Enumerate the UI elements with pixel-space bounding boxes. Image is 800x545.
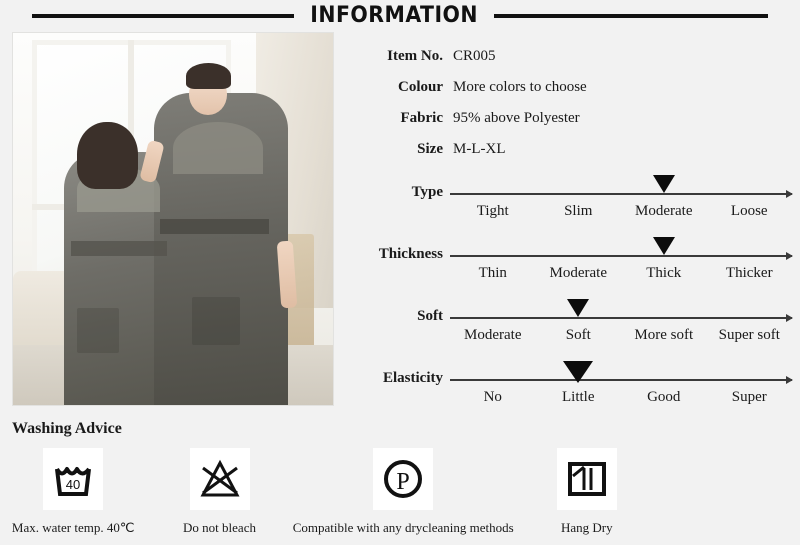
photo-woman-pocket	[77, 308, 119, 353]
scale-arrow-line	[450, 252, 793, 260]
scale-arrow-line	[450, 314, 793, 322]
photo-woman-belt	[70, 241, 167, 257]
scale-track: Thin Moderate Thick Thicker	[450, 234, 793, 296]
information-header: INFORMATION	[0, 0, 800, 32]
scale-option: Moderate	[635, 203, 693, 219]
scale-option: Soft	[565, 327, 591, 343]
scale-option: Good	[647, 389, 681, 405]
wash-tub-40-icon: 40	[43, 448, 104, 510]
page-title: INFORMATION	[310, 3, 478, 28]
scale-option: Super	[731, 389, 767, 405]
washing-advice-caption: Max. water temp. 40℃	[11, 520, 135, 535]
washing-advice-item: Hang Dry	[514, 448, 660, 536]
scale-track: Moderate Soft More soft Super soft	[450, 296, 793, 358]
scale-option: Tight	[476, 203, 509, 219]
scale-option: Loose	[730, 203, 768, 219]
scale-arrow-line	[450, 376, 793, 384]
photo-man-collar	[173, 122, 263, 175]
washing-advice-title: Washing Advice	[12, 420, 122, 437]
photo-man-belt	[160, 219, 269, 234]
spec-label: Item No.	[387, 48, 443, 64]
scale-marker	[652, 237, 675, 255]
scale-option: Super soft	[718, 327, 780, 343]
scale-option: Slim	[564, 203, 593, 219]
scale-options: Thin Moderate Thick Thicker	[450, 265, 792, 282]
scale-label: Type	[411, 184, 443, 200]
scale-options: No Little Good Super	[450, 389, 792, 406]
washing-advice-item: Do not bleach	[146, 448, 292, 536]
washing-advice-list: 40 Max. water temp. 40℃ Do not bleach P Comp…	[0, 448, 660, 536]
scale-row-type: Type Tight Slim Moderate Loose	[340, 172, 793, 234]
header-rule-right	[494, 14, 769, 18]
product-specs: Item No. CR005 Colour More colors to choose…	[340, 48, 790, 172]
scale-option: Thicker	[725, 265, 773, 281]
scale-label: Thickness	[378, 246, 443, 262]
washing-advice-item: P Compatible with any drycleaning methods	[293, 448, 514, 536]
scale-label: Soft	[417, 308, 443, 324]
spec-label: Colour	[398, 79, 443, 95]
svg-text:40: 40	[66, 477, 80, 492]
spec-value: CR005	[453, 48, 496, 64]
scale-row-soft: Soft Moderate Soft More soft Super soft	[340, 296, 793, 358]
spec-row: Size M-L-XL	[340, 141, 790, 172]
scale-row-thickness: Thickness Thin Moderate Thick Thicker	[340, 234, 793, 296]
scale-options: Moderate Soft More soft Super soft	[450, 327, 792, 344]
washing-advice-caption: Hang Dry	[561, 520, 613, 535]
scale-option: No	[483, 389, 502, 405]
product-photo	[12, 32, 334, 406]
spec-value: 95% above Polyester	[453, 110, 580, 126]
scale-options: Tight Slim Moderate Loose	[450, 203, 792, 220]
scale-marker	[652, 175, 675, 193]
scale-option: Thin	[478, 265, 507, 281]
scale-track: No Little Good Super	[450, 358, 793, 420]
spec-label: Size	[417, 141, 443, 157]
spec-row: Fabric 95% above Polyester	[340, 110, 790, 141]
header-rule-left	[31, 14, 294, 18]
scale-row-elasticity: Elasticity No Little Good Super	[340, 358, 793, 420]
photo-woman-hair	[77, 122, 138, 190]
photo-man-pocket	[192, 297, 241, 346]
scale-option: Moderate	[464, 327, 522, 343]
spec-label: Fabric	[400, 110, 444, 126]
washing-advice-caption: Compatible with any drycleaning methods	[292, 520, 514, 535]
scale-marker	[567, 299, 590, 317]
scale-option: Moderate	[549, 265, 607, 281]
do-not-bleach-icon	[189, 448, 250, 510]
scale-label: Elasticity	[383, 370, 443, 386]
spec-row: Colour More colors to choose	[340, 79, 790, 110]
svg-text:P: P	[396, 469, 409, 495]
washing-advice-caption: Do not bleach	[183, 520, 256, 535]
scale-arrow-line	[450, 190, 793, 198]
photo-man-hair	[185, 62, 231, 89]
washing-advice-item: 40 Max. water temp. 40℃	[0, 448, 146, 536]
drycleaning-p-icon: P	[373, 448, 434, 510]
scale-track: Tight Slim Moderate Loose	[450, 172, 793, 234]
spec-value: M-L-XL	[453, 141, 506, 157]
scale-option: Little	[562, 389, 595, 405]
hang-dry-icon	[556, 448, 617, 510]
scale-marker	[563, 361, 594, 383]
scale-option: Thick	[646, 265, 682, 281]
spec-row: Item No. CR005	[340, 48, 790, 79]
spec-value: More colors to choose	[453, 79, 587, 95]
product-attribute-scales: Type Tight Slim Moderate Loose Thickness Thin M…	[340, 172, 793, 420]
scale-option: More soft	[634, 327, 694, 343]
